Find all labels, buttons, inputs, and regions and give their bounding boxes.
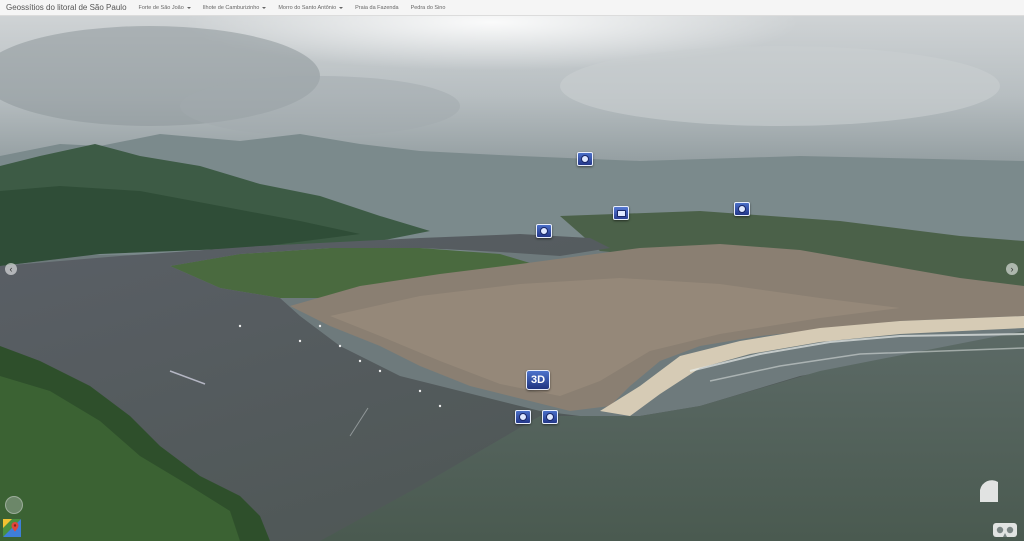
nav-item-pedra-do-sino[interactable]: Pedra do Sino	[405, 5, 452, 11]
pan-right-arrow-button[interactable]: ›	[1006, 263, 1018, 275]
photo-hotspot[interactable]	[542, 410, 558, 424]
aerial-panorama-image	[0, 16, 1024, 541]
compass-icon[interactable]	[5, 496, 23, 514]
3d-model-hotspot[interactable]: 3D	[526, 370, 550, 390]
pan-left-arrow-button[interactable]: ‹	[5, 263, 17, 275]
chevron-right-icon: ›	[1010, 264, 1014, 274]
google-maps-icon[interactable]	[3, 519, 21, 537]
nav-item-praia-da-fazenda[interactable]: Praia da Fazenda	[349, 5, 404, 11]
photo-hotspot[interactable]	[734, 202, 750, 216]
nav-item-morro-do-santo-antonio[interactable]: Morro do Santo Antônio	[272, 5, 349, 11]
video-hotspot[interactable]	[613, 206, 629, 220]
caret-down-icon	[339, 6, 344, 9]
video-icon	[616, 209, 626, 217]
camera-icon	[738, 205, 746, 213]
panorama-viewer[interactable]: 3D ‹ ›	[0, 16, 1024, 541]
caret-down-icon	[186, 6, 191, 9]
camera-icon	[540, 227, 548, 235]
nav-item-ilhote-de-camburizinho[interactable]: Ilhote de Camburizinho	[197, 5, 273, 11]
photo-hotspot[interactable]	[577, 152, 593, 166]
nav-item-label: Forte de São João	[138, 4, 184, 11]
nav-item-label: Ilhote de Camburizinho	[202, 4, 260, 11]
camera-icon	[546, 413, 554, 421]
nav-item-label: Morro do Santo Antônio	[278, 4, 337, 11]
camera-icon	[581, 155, 589, 163]
navbar-brand[interactable]: Geossítios do litoral de São Paulo	[0, 3, 133, 12]
nav-item-forte-de-sao-joao[interactable]: Forte de São João	[133, 5, 197, 11]
nav-item-label: Praia da Fazenda	[355, 4, 399, 11]
photo-hotspot[interactable]	[515, 410, 531, 424]
gyroscope-view-icon[interactable]	[978, 480, 1000, 504]
photo-hotspot[interactable]	[536, 224, 552, 238]
nav-item-label: Pedra do Sino	[410, 4, 446, 11]
chevron-left-icon: ‹	[9, 264, 13, 274]
vr-headset-icon[interactable]	[993, 523, 1017, 537]
camera-icon	[519, 413, 527, 421]
top-navbar: Geossítios do litoral de São Paulo Forte…	[0, 0, 1024, 16]
caret-down-icon	[262, 6, 267, 9]
